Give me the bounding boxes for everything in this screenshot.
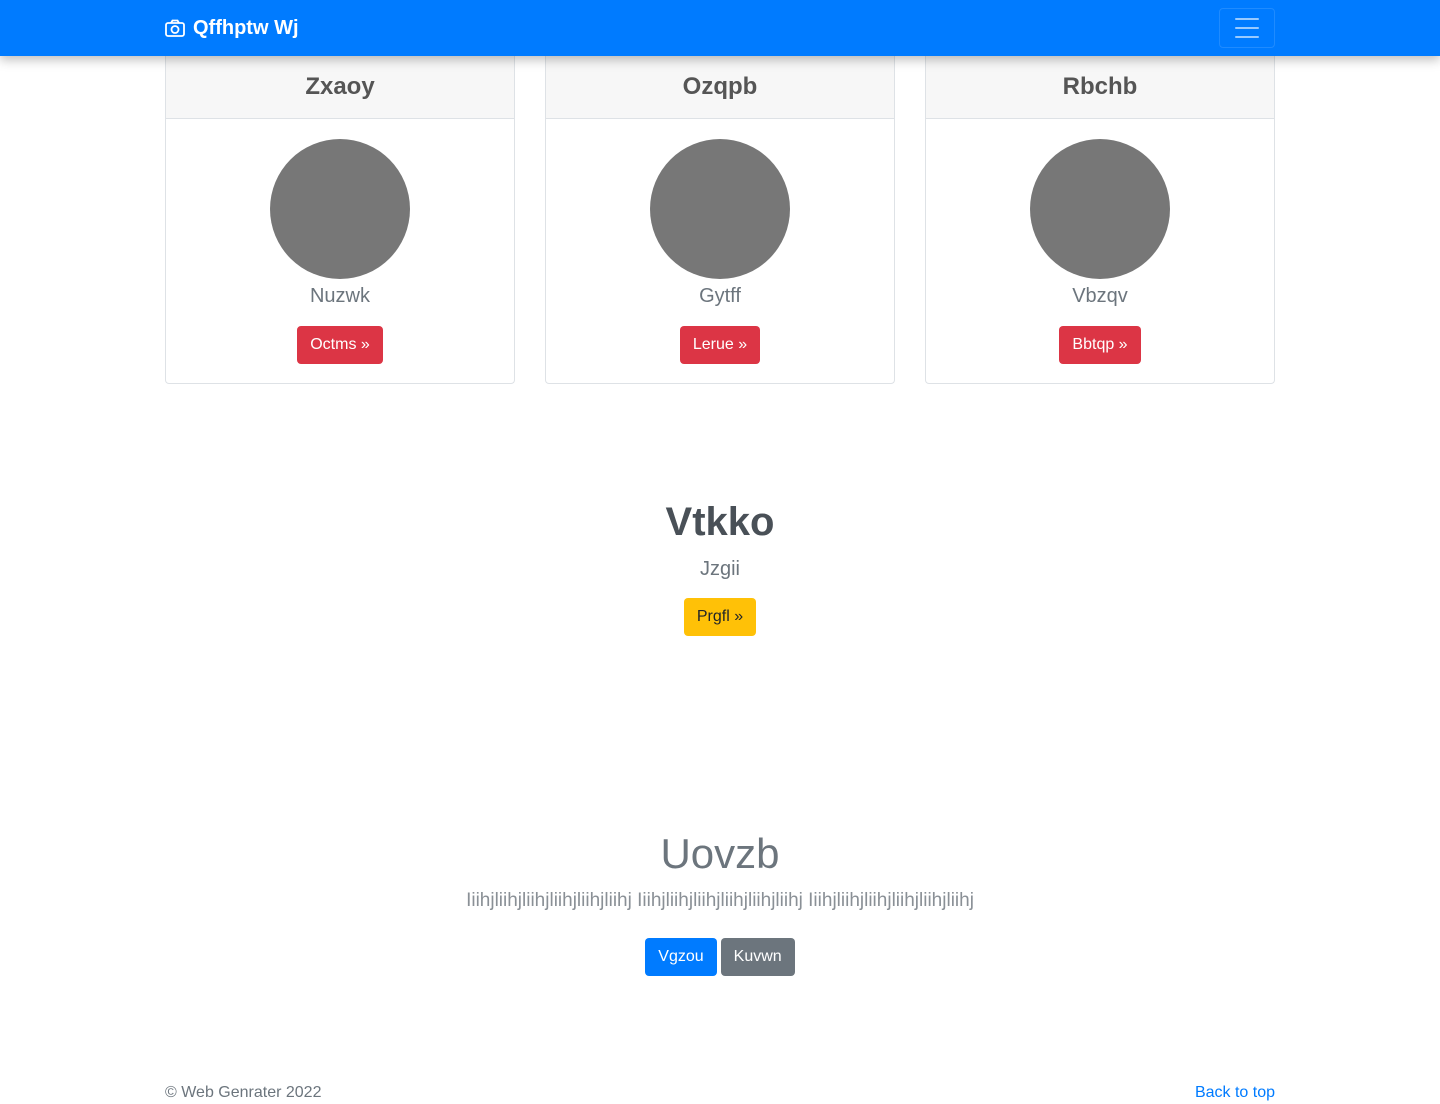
card-3-button[interactable]: Bbtqp »	[1059, 326, 1141, 364]
brand-label: Qffhptw Wj	[193, 16, 299, 39]
avatar-placeholder	[650, 139, 790, 279]
navbar: Qffhptw Wj	[0, 0, 1440, 56]
card-title: Ozqpb	[546, 56, 894, 119]
navbar-brand[interactable]: Qffhptw Wj	[165, 0, 299, 56]
back-to-top-link[interactable]: Back to top	[1195, 1082, 1275, 1104]
card-subtitle: Vbzqv	[1072, 285, 1128, 307]
section1-title: Vtkko	[665, 500, 775, 544]
card-1: Zxaoy Nuzwk Octms »	[165, 56, 515, 384]
section2-title: Uovzb	[660, 830, 780, 877]
card-3: Rbchb Vbzqv Bbtqp »	[925, 56, 1275, 384]
avatar-placeholder	[1030, 139, 1170, 279]
section2-actions: Vgzou Kuvwn	[0, 938, 1440, 976]
section1-actions: Prgfl »	[0, 598, 1440, 636]
card-title: Zxaoy	[166, 56, 514, 119]
card-title: Rbchb	[926, 56, 1274, 119]
card-2: Ozqpb Gytff Lerue »	[545, 56, 895, 384]
section2-secondary-button[interactable]: Kuvwn	[720, 938, 795, 976]
footer-copyright: © Web Genrater 2022	[165, 1084, 322, 1101]
card-subtitle: Nuzwk	[309, 285, 370, 307]
section2-primary-button[interactable]: Vgzou	[645, 938, 717, 976]
navbar-toggler-button[interactable]	[1219, 8, 1275, 48]
card-subtitle: Gytff	[699, 285, 741, 307]
card-1-button[interactable]: Octms »	[297, 326, 383, 364]
section1-button[interactable]: Prgfl »	[683, 598, 757, 636]
camera-icon	[165, 19, 185, 37]
avatar-placeholder	[270, 139, 410, 279]
section2-text: Iiihjliihjliihjliihjliihjliihj Iiihjliih…	[466, 890, 974, 911]
section1-subtitle: Jzgii	[699, 558, 740, 580]
card-2-button[interactable]: Lerue »	[679, 326, 761, 364]
hamburger-menu-icon	[1235, 18, 1259, 20]
